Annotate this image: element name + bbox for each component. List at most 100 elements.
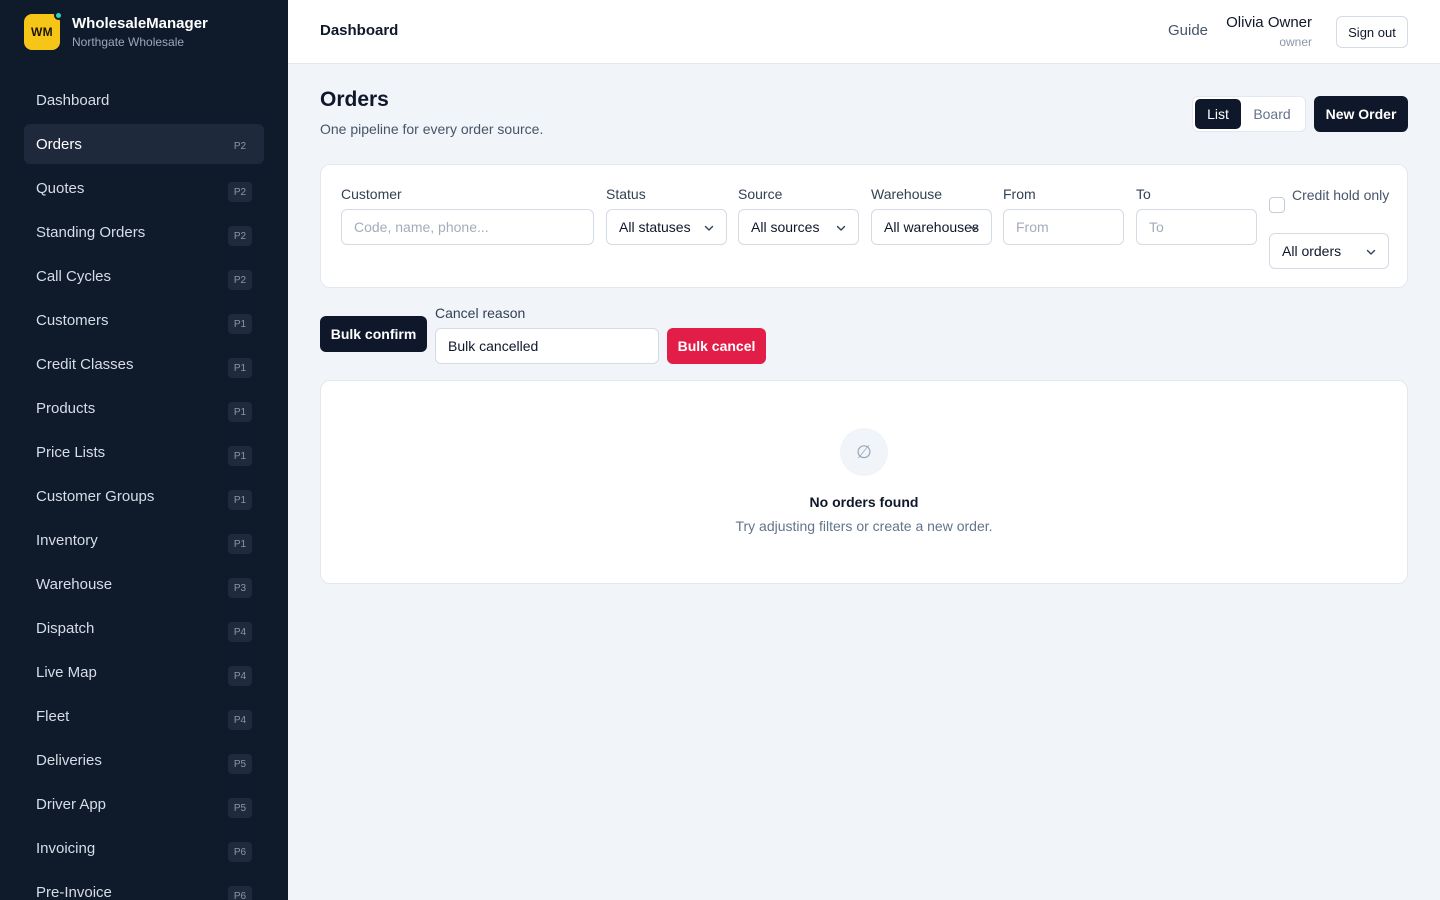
customer-filter-label: Customer: [341, 186, 402, 202]
phase-badge: P5: [228, 798, 252, 818]
sidebar: WM WholesaleManager Northgate Wholesale …: [0, 0, 288, 900]
sidebar-item-dispatch[interactable]: Dispatch P4: [24, 608, 264, 648]
credit-hold-label[interactable]: Credit hold only: [1292, 185, 1392, 205]
sidebar-item-label: Customers: [36, 311, 109, 329]
sidebar-item-dashboard[interactable]: Dashboard: [24, 80, 264, 120]
page-title: Orders: [320, 88, 389, 111]
phase-badge: P6: [228, 886, 252, 900]
to-date-label: To: [1136, 186, 1151, 202]
phase-badge: P2: [228, 182, 252, 202]
status-select-value: All statuses: [619, 219, 691, 235]
empty-state-message: Try adjusting filters or create a new or…: [735, 518, 993, 534]
phase-badge: P1: [228, 446, 252, 466]
sidebar-item-call-cycles[interactable]: Call Cycles P2: [24, 256, 264, 296]
sidebar-item-label: Credit Classes: [36, 355, 134, 373]
breadcrumb[interactable]: Dashboard: [320, 22, 398, 39]
phase-badge: P4: [228, 710, 252, 730]
orders-empty-state: ∅ No orders found Try adjusting filters …: [320, 380, 1408, 584]
status-dot-icon: [54, 11, 63, 20]
status-select[interactable]: All statuses: [606, 209, 727, 245]
sidebar-item-label: Live Map: [36, 663, 97, 681]
warehouse-select[interactable]: All warehouses: [871, 209, 992, 245]
bulk-cancel-button[interactable]: Bulk cancel: [667, 328, 766, 364]
sidebar-item-products[interactable]: Products P1: [24, 388, 264, 428]
cancel-reason-label: Cancel reason: [435, 305, 526, 321]
from-date-label: From: [1003, 186, 1036, 202]
sidebar-item-orders[interactable]: Orders P2: [24, 124, 264, 164]
brand-name: WholesaleManager: [72, 14, 208, 32]
sidebar-item-label: Inventory: [36, 531, 98, 549]
user-name: Olivia Owner: [1226, 14, 1312, 31]
sidebar-item-live-map[interactable]: Live Map P4: [24, 652, 264, 692]
orders-scope-select[interactable]: All orders: [1269, 233, 1389, 269]
phase-badge: P2: [233, 140, 247, 152]
sidebar-item-label: Deliveries: [36, 751, 102, 769]
sidebar-item-label: Quotes: [36, 179, 85, 197]
sidebar-item-label: Dispatch: [36, 619, 95, 637]
sidebar-item-label: Price Lists: [36, 443, 106, 461]
sidebar-item-label: Products: [36, 399, 96, 417]
sidebar-item-label: Invoicing: [36, 839, 96, 857]
source-filter-label: Source: [738, 186, 783, 202]
sidebar-item-label: Standing Orders: [36, 223, 146, 241]
sidebar-item-price-lists[interactable]: Price Lists P1: [24, 432, 264, 472]
warehouse-select-value: All warehouses: [884, 219, 979, 235]
sidebar-item-quotes[interactable]: Quotes P2: [24, 168, 264, 208]
board-view-button[interactable]: Board: [1241, 99, 1303, 129]
sidebar-item-customer-groups[interactable]: Customer Groups P1: [24, 476, 264, 516]
list-view-button[interactable]: List: [1195, 99, 1241, 129]
guide-link[interactable]: Guide: [1168, 22, 1208, 39]
phase-badge: P1: [228, 534, 252, 554]
source-select-value: All sources: [751, 219, 820, 235]
chevron-down-icon: [704, 225, 714, 231]
customer-search-input[interactable]: Code, name, phone...: [341, 209, 594, 245]
source-select[interactable]: All sources: [738, 209, 859, 245]
top-bar: Dashboard Guide Olivia Owner owner Sign …: [288, 0, 1440, 64]
brand-logo-text: WM: [31, 25, 53, 39]
phase-badge: P2: [228, 226, 252, 246]
chevron-down-icon: [1366, 249, 1376, 255]
sidebar-item-label: Driver App: [36, 795, 107, 813]
brand-logo: WM: [24, 11, 63, 50]
sidebar-item-credit-classes[interactable]: Credit Classes P1: [24, 344, 264, 384]
phase-badge: P1: [228, 402, 252, 422]
credit-hold-checkbox[interactable]: [1269, 197, 1285, 213]
sidebar-item-inventory[interactable]: Inventory P1: [24, 520, 264, 560]
phase-badge: P4: [228, 622, 252, 642]
sign-out-button[interactable]: Sign out: [1336, 16, 1408, 48]
sidebar-nav: Dashboard Orders P2 Quotes P2 Standing Orders…: [24, 80, 264, 900]
cancel-reason-input[interactable]: Bulk cancelled: [435, 328, 659, 364]
phase-badge: P1: [228, 358, 252, 378]
sidebar-item-label: Dashboard: [36, 91, 110, 109]
brand[interactable]: WM WholesaleManager Northgate Wholesale: [24, 11, 208, 50]
phase-badge: P6: [228, 842, 252, 862]
from-date-input[interactable]: From: [1003, 209, 1124, 245]
empty-set-icon: ∅: [840, 428, 888, 476]
sidebar-item-warehouse[interactable]: Warehouse P3: [24, 564, 264, 604]
chevron-down-icon: [836, 225, 846, 231]
page-subtitle: One pipeline for every order source.: [320, 121, 544, 137]
sidebar-item-fleet[interactable]: Fleet P4: [24, 696, 264, 736]
phase-badge: P2: [228, 270, 252, 290]
sidebar-item-label: Customer Groups: [36, 487, 155, 505]
sidebar-item-label: Call Cycles: [36, 267, 112, 285]
orders-scope-value: All orders: [1282, 243, 1342, 259]
filters-panel: Customer Code, name, phone... Status All…: [320, 164, 1408, 288]
sidebar-item-customers[interactable]: Customers P1: [24, 300, 264, 340]
phase-badge: P4: [228, 666, 252, 686]
new-order-button[interactable]: New Order: [1314, 96, 1408, 132]
to-date-input[interactable]: To: [1136, 209, 1257, 245]
sidebar-item-deliveries[interactable]: Deliveries P5: [24, 740, 264, 780]
phase-badge: P5: [228, 754, 252, 774]
sidebar-item-label: Warehouse: [36, 575, 113, 593]
sidebar-item-driver-app[interactable]: Driver App P5: [24, 784, 264, 824]
phase-badge: P1: [228, 490, 252, 510]
empty-state-title: No orders found: [809, 494, 919, 510]
user-role: owner: [1279, 35, 1312, 49]
chevron-down-icon: [969, 225, 979, 231]
sidebar-item-standing-orders[interactable]: Standing Orders P2: [24, 212, 264, 252]
sidebar-item-pre-invoice[interactable]: Pre-Invoice P6: [24, 872, 264, 900]
warehouse-filter-label: Warehouse: [871, 186, 943, 202]
bulk-confirm-button[interactable]: Bulk confirm: [320, 316, 427, 352]
sidebar-item-invoicing[interactable]: Invoicing P6: [24, 828, 264, 868]
